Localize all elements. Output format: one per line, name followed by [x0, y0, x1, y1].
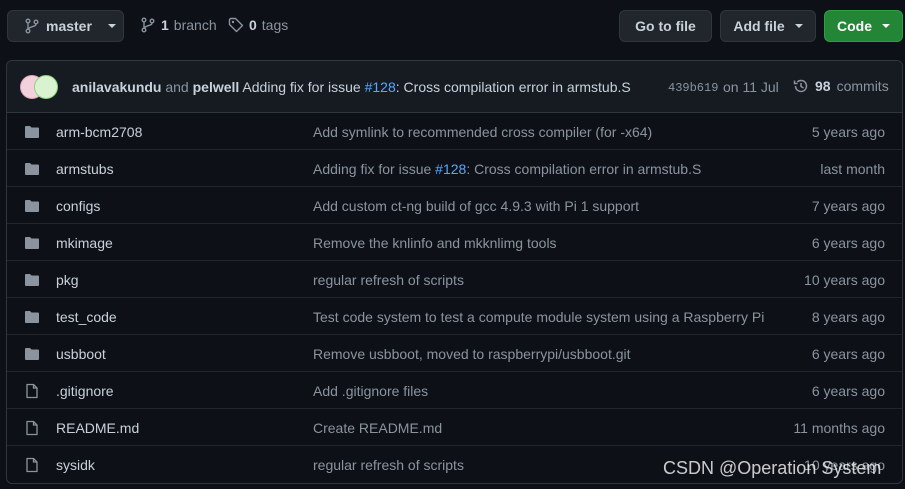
file-commit-message-link[interactable]: regular refresh of scripts: [313, 457, 464, 473]
tag-icon: [228, 17, 244, 33]
issue-link[interactable]: #128: [435, 161, 466, 177]
commits-label: commits: [836, 78, 889, 94]
go-to-file-label: Go to file: [635, 18, 696, 34]
history-icon: [793, 79, 808, 93]
file-age: 7 years ago: [811, 198, 885, 214]
tags-link[interactable]: 0 tags: [228, 17, 288, 33]
folder-icon: [24, 309, 40, 328]
file-row: armstubs Adding fix for issue #128: Cross…: [7, 150, 902, 187]
commit-message-link[interactable]: Adding fix for issue #128: Cross compila…: [242, 79, 630, 95]
file-commit-message-link[interactable]: Add custom ct-ng build of gcc 4.9.3 with…: [313, 198, 639, 214]
tag-label: tags: [261, 17, 289, 33]
latest-commit-bar: anilavakundu and pelwell Adding fix for …: [7, 61, 902, 113]
file-age: 11 months ago: [793, 420, 885, 436]
file-row: usbboot Remove usbboot, moved to raspberr…: [7, 335, 902, 372]
file-row: pkg regular refresh of scripts 10 years ag…: [7, 261, 902, 298]
file-age: 8 years ago: [811, 309, 885, 325]
folder-icon: [24, 272, 40, 291]
file-name-link[interactable]: configs: [56, 198, 100, 214]
add-file-button[interactable]: Add file: [720, 10, 816, 42]
commit-and-text: and: [165, 79, 189, 95]
file-row: .gitignore Add .gitignore files 6 years ag…: [7, 372, 902, 409]
file-icon: [24, 383, 40, 402]
chevron-down-icon: [794, 24, 803, 28]
commit-date: on 11 Jul: [723, 79, 779, 95]
commit-author-link[interactable]: anilavakundu: [72, 79, 161, 95]
file-commit-message-link[interactable]: Add .gitignore files: [313, 383, 428, 399]
folder-icon: [24, 124, 40, 143]
file-row: test_code Test code system to test a comp…: [7, 298, 902, 335]
file-row: mkimage Remove the knlinfo and mkknlimg t…: [7, 224, 902, 261]
commit-message-suffix: : Cross compilation error in armstub.S: [466, 161, 702, 177]
file-commit-message-link[interactable]: Create README.md: [313, 420, 442, 436]
file-age: 6 years ago: [811, 346, 885, 362]
file-commit-message-link[interactable]: Remove usbboot, moved to raspberrypi/usb…: [313, 346, 631, 362]
commits-history-link[interactable]: 98 commits: [793, 78, 889, 94]
file-name-link[interactable]: usbboot: [56, 346, 106, 362]
folder-icon: [24, 235, 40, 254]
file-name-link[interactable]: sysidk: [56, 457, 95, 473]
file-name-link[interactable]: armstubs: [56, 161, 114, 177]
file-age: 6 years ago: [811, 383, 885, 399]
file-icon: [24, 457, 40, 476]
file-row: arm-bcm2708 Add symlink to recommended cr…: [7, 113, 902, 150]
repo-toolbar: master 1 branch 0 tags Go to file Add fi…: [0, 0, 905, 52]
add-file-label: Add file: [733, 18, 785, 34]
commit-coauthor-link[interactable]: pelwell: [193, 79, 240, 95]
file-commit-message-link[interactable]: regular refresh of scripts: [313, 272, 464, 288]
branch-label: branch: [173, 17, 217, 33]
code-label: Code: [837, 18, 872, 34]
file-commit-message-link[interactable]: Remove the knlinfo and mkknlimg tools: [313, 235, 557, 251]
tag-count: 0: [249, 17, 257, 33]
file-row: configs Add custom ct-ng build of gcc 4.9…: [7, 187, 902, 224]
issue-link[interactable]: #128: [365, 79, 396, 95]
folder-icon: [24, 198, 40, 217]
file-age: 6 years ago: [811, 235, 885, 251]
file-name-link[interactable]: pkg: [56, 272, 79, 288]
file-icon: [24, 420, 40, 439]
folder-icon: [24, 346, 40, 365]
avatar[interactable]: [34, 75, 58, 99]
file-commit-message-link[interactable]: Test code system to test a compute modul…: [313, 309, 764, 325]
git-branch-icon: [25, 18, 39, 34]
watermark: CSDN @Operation System: [663, 458, 882, 478]
branch-count: 1: [161, 17, 169, 33]
commit-avatars[interactable]: [20, 75, 60, 99]
branch-select-button[interactable]: master: [7, 10, 124, 42]
commit-message-suffix: : Cross compilation error in armstub.S: [395, 79, 631, 95]
file-list: arm-bcm2708 Add symlink to recommended cr…: [7, 113, 902, 483]
branches-link[interactable]: 1 branch: [140, 17, 217, 33]
commit-summary: anilavakundu and pelwell Adding fix for …: [72, 79, 631, 95]
commit-count: 98: [815, 78, 831, 94]
folder-icon: [24, 161, 40, 180]
commit-message-prefix: Adding fix for issue: [313, 161, 436, 177]
file-age: 5 years ago: [811, 124, 885, 140]
go-to-file-button[interactable]: Go to file: [619, 10, 712, 42]
file-name-link[interactable]: arm-bcm2708: [56, 124, 142, 140]
branch-name: master: [46, 18, 92, 34]
file-age: last month: [820, 161, 885, 177]
file-name-link[interactable]: README.md: [56, 420, 139, 436]
chevron-down-icon: [107, 24, 116, 28]
git-branch-icon: [141, 17, 155, 33]
file-row: README.md Create README.md 11 months ago: [7, 409, 902, 446]
file-browser: anilavakundu and pelwell Adding fix for …: [6, 60, 903, 484]
file-commit-message-link[interactable]: Add symlink to recommended cross compile…: [313, 124, 652, 140]
commit-sha-link[interactable]: 439b619: [668, 81, 718, 95]
file-name-link[interactable]: mkimage: [56, 235, 113, 251]
commit-message-prefix: Adding fix for issue: [242, 79, 361, 95]
file-commit-message-link[interactable]: Adding fix for issue #128: Cross compila…: [313, 161, 701, 177]
code-button[interactable]: Code: [824, 10, 903, 42]
file-name-link[interactable]: test_code: [56, 309, 117, 325]
chevron-down-icon: [882, 24, 890, 28]
file-age: 10 years ago: [804, 272, 885, 288]
file-name-link[interactable]: .gitignore: [56, 383, 114, 399]
